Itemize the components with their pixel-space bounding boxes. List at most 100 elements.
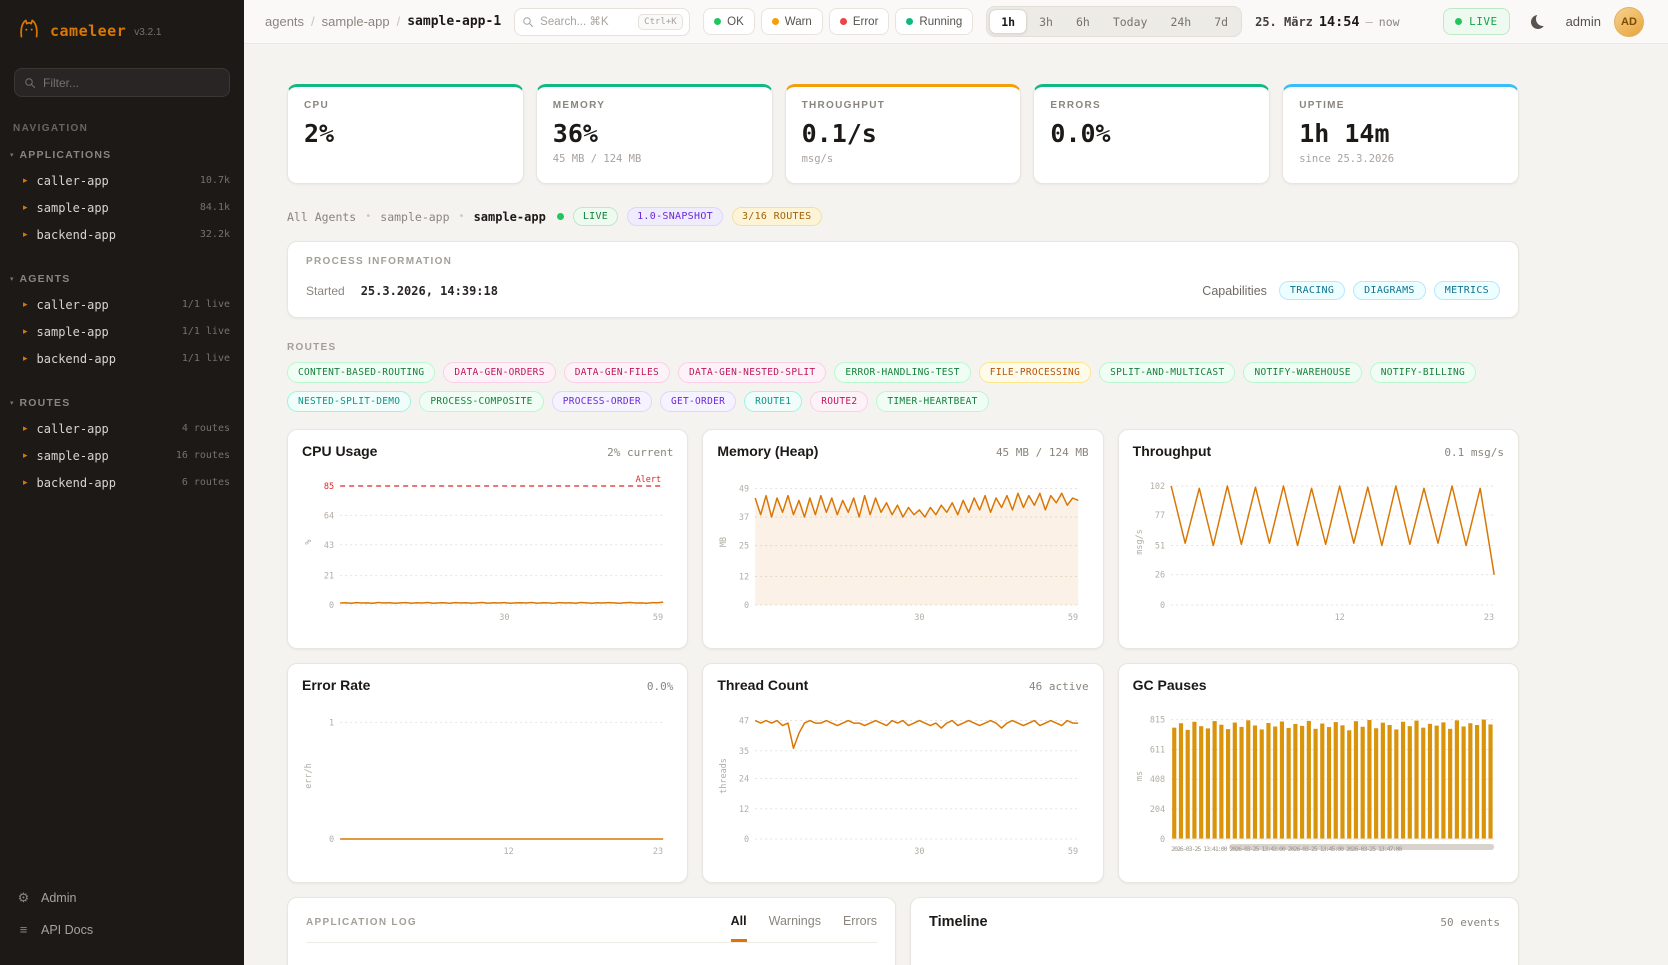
route-chip-process-composite[interactable]: PROCESS-COMPOSITE [419, 391, 543, 412]
status-filter-error[interactable]: Error [829, 8, 890, 35]
sidebar-nav-groups: ▾ APPLICATIONS ▸ caller-app 10.7k ▸ samp… [0, 144, 244, 872]
svg-text:0: 0 [744, 835, 749, 845]
svg-text:26: 26 [1155, 571, 1165, 581]
chevron-right-icon: ▸ [23, 450, 28, 461]
stat-value: 0.0% [1050, 119, 1253, 148]
route-chip-split-and-multicast[interactable]: SPLIT-AND-MULTICAST [1099, 362, 1235, 383]
dark-mode-toggle[interactable] [1523, 7, 1553, 37]
search-input[interactable] [540, 16, 632, 28]
sidebar-item-sample-app[interactable]: ▸ sample-app 16 routes [0, 442, 244, 469]
time-label: 14:54 [1319, 14, 1360, 30]
application-log-title: APPLICATION LOG [306, 917, 417, 942]
sidebar-item-caller-app[interactable]: ▸ caller-app 10.7k [0, 167, 244, 194]
route-chip-error-handling-test[interactable]: ERROR-HANDLING-TEST [834, 362, 970, 383]
search-icon [24, 77, 36, 89]
sidebar-item-caller-app[interactable]: ▸ caller-app 1/1 live [0, 291, 244, 318]
log-tab-all[interactable]: All [731, 914, 747, 942]
svg-text:threads: threads [719, 758, 729, 794]
sidebar-filter [14, 68, 230, 97]
sidebar-group-items: ▸ caller-app 4 routes ▸ sample-app 16 ro… [0, 415, 244, 496]
sidebar-item-backend-app[interactable]: ▸ backend-app 32.2k [0, 221, 244, 248]
time-range-1h[interactable]: 1h [989, 9, 1027, 34]
svg-text:ms: ms [1135, 771, 1145, 781]
time-range-3h[interactable]: 3h [1028, 9, 1064, 34]
chart-plot: MB4937251203059 [717, 465, 1088, 625]
svg-text:85: 85 [324, 482, 334, 492]
route-chip-notify-billing[interactable]: NOTIFY-BILLING [1370, 362, 1476, 383]
sidebar-group-applications[interactable]: ▾ APPLICATIONS [0, 144, 244, 167]
sidebar-group-agents[interactable]: ▾ AGENTS [0, 268, 244, 291]
live-badge[interactable]: LIVE [1443, 8, 1510, 35]
sidebar-footer-admin[interactable]: ⚙ Admin [16, 882, 228, 914]
route-chip-get-order[interactable]: GET-ORDER [660, 391, 736, 412]
route-chip-process-order[interactable]: PROCESS-ORDER [552, 391, 652, 412]
route-chip-content-based-routing[interactable]: CONTENT-BASED-ROUTING [287, 362, 435, 383]
sidebar-nav-group: ▾ APPLICATIONS ▸ caller-app 10.7k ▸ samp… [0, 144, 244, 248]
sidebar-item-label: backend-app [37, 228, 116, 242]
route-chip-timer-heartbeat[interactable]: TIMER-HEARTBEAT [876, 391, 988, 412]
chevron-right-icon: ▸ [23, 229, 28, 240]
breadcrumb: agents/sample-app/sample-app-1 [265, 14, 501, 29]
sidebar-item-sample-app[interactable]: ▸ sample-app 1/1 live [0, 318, 244, 345]
status-filter-running[interactable]: Running [895, 8, 973, 35]
route-chip-nested-split-demo[interactable]: NESTED-SPLIT-DEMO [287, 391, 411, 412]
agent-badge-1-0-snapshot: 1.0-SNAPSHOT [627, 207, 723, 226]
sidebar-item-sample-app[interactable]: ▸ sample-app 84.1k [0, 194, 244, 221]
sidebar-item-backend-app[interactable]: ▸ backend-app 6 routes [0, 469, 244, 496]
svg-text:0: 0 [1160, 835, 1165, 845]
route-chip-route2[interactable]: ROUTE2 [810, 391, 868, 412]
svg-text:51: 51 [1155, 542, 1165, 552]
breadcrumb-sample-app[interactable]: sample-app [322, 14, 390, 29]
sidebar-item-label: backend-app [37, 352, 116, 366]
route-chip-data-gen-orders[interactable]: DATA-GEN-ORDERS [443, 362, 555, 383]
log-tab-errors[interactable]: Errors [843, 914, 877, 942]
sidebar-item-backend-app[interactable]: ▸ backend-app 1/1 live [0, 345, 244, 372]
chart-card-memory-heap-: Memory (Heap) 45 MB / 124 MB MB493725120… [702, 429, 1103, 649]
chart-header: Memory (Heap) 45 MB / 124 MB [717, 443, 1088, 459]
time-range-6h[interactable]: 6h [1065, 9, 1101, 34]
sidebar-footer-api-docs[interactable]: ≡ API Docs [16, 914, 228, 945]
nav-section-label: NAVIGATION [13, 123, 228, 134]
cameleer-logo-icon [16, 15, 42, 46]
route-chip-notify-warehouse[interactable]: NOTIFY-WAREHOUSE [1243, 362, 1361, 383]
status-filter-group: OK Warn Error Running [703, 8, 973, 35]
sidebar-filter-input[interactable] [43, 76, 220, 90]
logo-version: v3.2.1 [134, 27, 161, 38]
avatar[interactable]: AD [1614, 7, 1644, 37]
status-filter-warn[interactable]: Warn [761, 8, 823, 35]
agent-crumb-sample-app[interactable]: sample-app [380, 210, 449, 224]
svg-text:204: 204 [1149, 805, 1164, 815]
log-tab-warnings[interactable]: Warnings [769, 914, 821, 942]
time-range-today[interactable]: Today [1102, 9, 1159, 34]
app-logo[interactable]: cameleer v3.2.1 [0, 0, 244, 58]
chart-card-error-rate: Error Rate 0.0% err/h101223 [287, 663, 688, 883]
timeline-panel: Timeline 50 events [910, 897, 1519, 965]
route-chip-data-gen-files[interactable]: DATA-GEN-FILES [564, 362, 670, 383]
status-filter-ok[interactable]: OK [703, 8, 755, 35]
stat-label: UPTIME [1299, 100, 1502, 111]
sidebar-item-caller-app[interactable]: ▸ caller-app 4 routes [0, 415, 244, 442]
sidebar-item-label: caller-app [37, 298, 109, 312]
chart-title: Throughput [1133, 443, 1212, 459]
sidebar-group-routes[interactable]: ▾ ROUTES [0, 392, 244, 415]
route-chip-file-processing[interactable]: FILE-PROCESSING [979, 362, 1091, 383]
capability-chip-diagrams: DIAGRAMS [1353, 281, 1426, 300]
search-box: Ctrl+K [514, 8, 690, 36]
route-chip-route1[interactable]: ROUTE1 [744, 391, 802, 412]
svg-text:25: 25 [739, 542, 749, 552]
route-chip-data-gen-nested-split[interactable]: DATA-GEN-NESTED-SPLIT [678, 362, 826, 383]
breadcrumb-separator: / [311, 14, 315, 29]
timeline-title: Timeline [929, 914, 988, 930]
sidebar-item-badge: 1/1 live [182, 326, 230, 337]
routes-panel: ROUTES CONTENT-BASED-ROUTINGDATA-GEN-ORD… [287, 342, 1519, 412]
chart-title: Thread Count [717, 677, 808, 693]
topbar: agents/sample-app/sample-app-1 Ctrl+K OK… [244, 0, 1668, 44]
svg-text:30: 30 [915, 847, 925, 857]
time-range-7d[interactable]: 7d [1203, 9, 1239, 34]
breadcrumb-agents[interactable]: agents [265, 14, 304, 29]
log-tab-group: All Warnings Errors [731, 914, 877, 942]
chart-card-cpu-usage: CPU Usage 2% current %856443210Alert3059 [287, 429, 688, 649]
agent-crumb-all-agents[interactable]: All Agents [287, 210, 356, 224]
chart-card-throughput: Throughput 0.1 msg/s msg/s10277512601223 [1118, 429, 1519, 649]
time-range-24h[interactable]: 24h [1159, 9, 1202, 34]
